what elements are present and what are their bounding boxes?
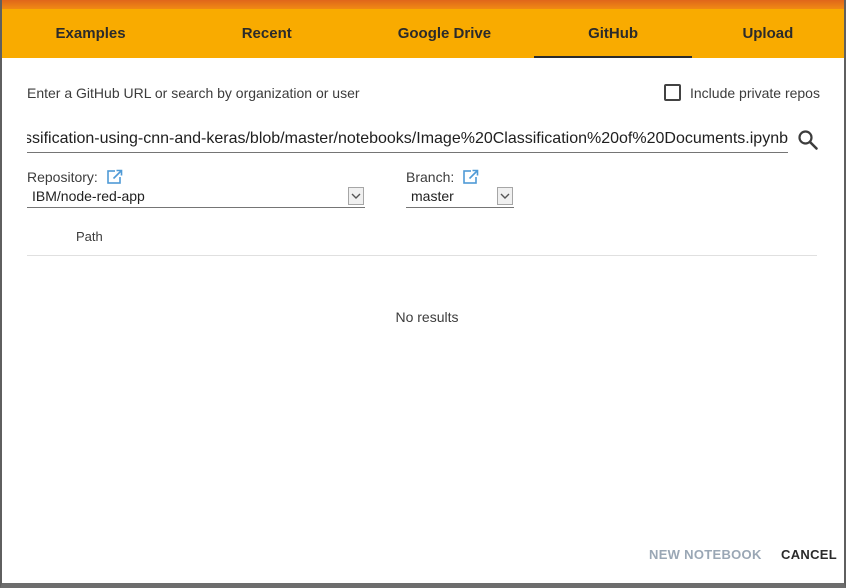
- tab-upload[interactable]: Upload: [692, 9, 844, 58]
- branch-label: Branch:: [406, 169, 455, 185]
- chevron-down-icon[interactable]: [348, 187, 364, 205]
- include-private-repos-toggle[interactable]: Include private repos: [664, 84, 820, 101]
- path-column-header[interactable]: Path: [76, 229, 103, 244]
- no-results-message: No results: [395, 309, 459, 325]
- new-notebook-button[interactable]: NEW NOTEBOOK: [649, 547, 762, 562]
- tab-recent[interactable]: Recent: [179, 9, 354, 58]
- tab-github[interactable]: GitHub: [534, 9, 692, 58]
- results-divider: [27, 255, 817, 256]
- dialog-top-edge: [2, 0, 844, 9]
- branch-select[interactable]: master: [406, 186, 514, 208]
- include-private-label: Include private repos: [690, 84, 820, 101]
- open-notebook-dialog: Examples Recent Google Drive GitHub Uplo…: [0, 0, 846, 588]
- branch-value: master: [411, 188, 454, 204]
- tab-bar: Examples Recent Google Drive GitHub Uplo…: [2, 9, 844, 58]
- open-external-icon[interactable]: [106, 168, 124, 186]
- search-icon[interactable]: [797, 129, 819, 151]
- repository-value: IBM/node-red-app: [32, 188, 145, 204]
- cancel-button[interactable]: CANCEL: [781, 547, 837, 562]
- repository-label: Repository:: [27, 169, 98, 185]
- include-private-checkbox[interactable]: [664, 84, 681, 101]
- tab-google-drive[interactable]: Google Drive: [354, 9, 534, 58]
- open-external-icon[interactable]: [462, 168, 480, 186]
- github-url-field[interactable]: [27, 126, 788, 153]
- github-search-hint: Enter a GitHub URL or search by organiza…: [27, 85, 360, 101]
- tab-examples[interactable]: Examples: [2, 9, 179, 58]
- chevron-down-icon[interactable]: [497, 187, 513, 205]
- repository-select[interactable]: IBM/node-red-app: [27, 186, 365, 208]
- github-url-input[interactable]: [27, 126, 788, 152]
